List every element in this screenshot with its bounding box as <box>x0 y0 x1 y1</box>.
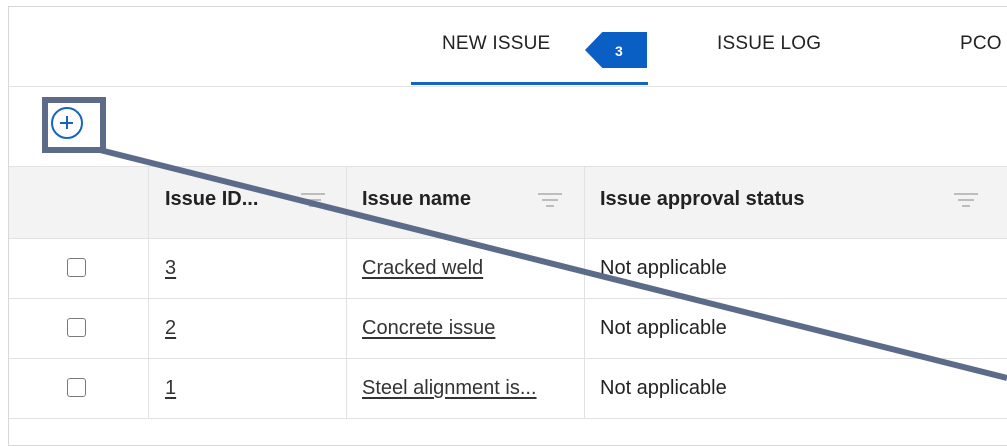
issue-name-link[interactable]: Steel alignment is... <box>362 377 537 400</box>
table-row[interactable]: 1 Steel alignment is... Not applicable <box>9 359 1007 419</box>
issue-id-link[interactable]: 3 <box>165 257 176 280</box>
issue-id-link[interactable]: 2 <box>165 317 176 340</box>
callout-highlight-box <box>42 97 106 153</box>
column-header-approval-status[interactable]: Issue approval status <box>600 188 805 211</box>
table-row[interactable]: 3 Cracked weld Not applicable <box>9 239 1007 299</box>
approval-status: Not applicable <box>600 317 727 339</box>
filter-icon[interactable] <box>301 193 325 209</box>
approval-status: Not applicable <box>600 257 727 279</box>
tab-bar: NEW ISSUE 3 ISSUE LOG PCO <box>9 7 1007 87</box>
tab-new-issue[interactable]: NEW ISSUE <box>442 33 550 55</box>
filter-icon[interactable] <box>538 193 562 209</box>
issue-id-link[interactable]: 1 <box>165 377 176 400</box>
row-checkbox[interactable] <box>67 258 86 277</box>
column-header-issue-name[interactable]: Issue name <box>362 188 471 211</box>
new-issue-count-badge: 3 <box>585 32 647 68</box>
active-tab-indicator <box>411 82 648 85</box>
table-row[interactable]: 2 Concrete issue Not applicable <box>9 299 1007 359</box>
approval-status: Not applicable <box>600 377 727 399</box>
row-checkbox[interactable] <box>67 378 86 397</box>
row-checkbox[interactable] <box>67 318 86 337</box>
tab-pco[interactable]: PCO <box>960 33 1002 55</box>
tab-issue-log[interactable]: ISSUE LOG <box>717 33 821 55</box>
badge-count: 3 <box>615 43 623 59</box>
table-header: Issue ID... Issue name Issue approval st… <box>9 166 1007 239</box>
column-header-issue-id[interactable]: Issue ID... <box>165 188 258 211</box>
issue-name-link[interactable]: Cracked weld <box>362 257 483 280</box>
issue-name-link[interactable]: Concrete issue <box>362 317 495 340</box>
filter-icon[interactable] <box>954 193 978 209</box>
